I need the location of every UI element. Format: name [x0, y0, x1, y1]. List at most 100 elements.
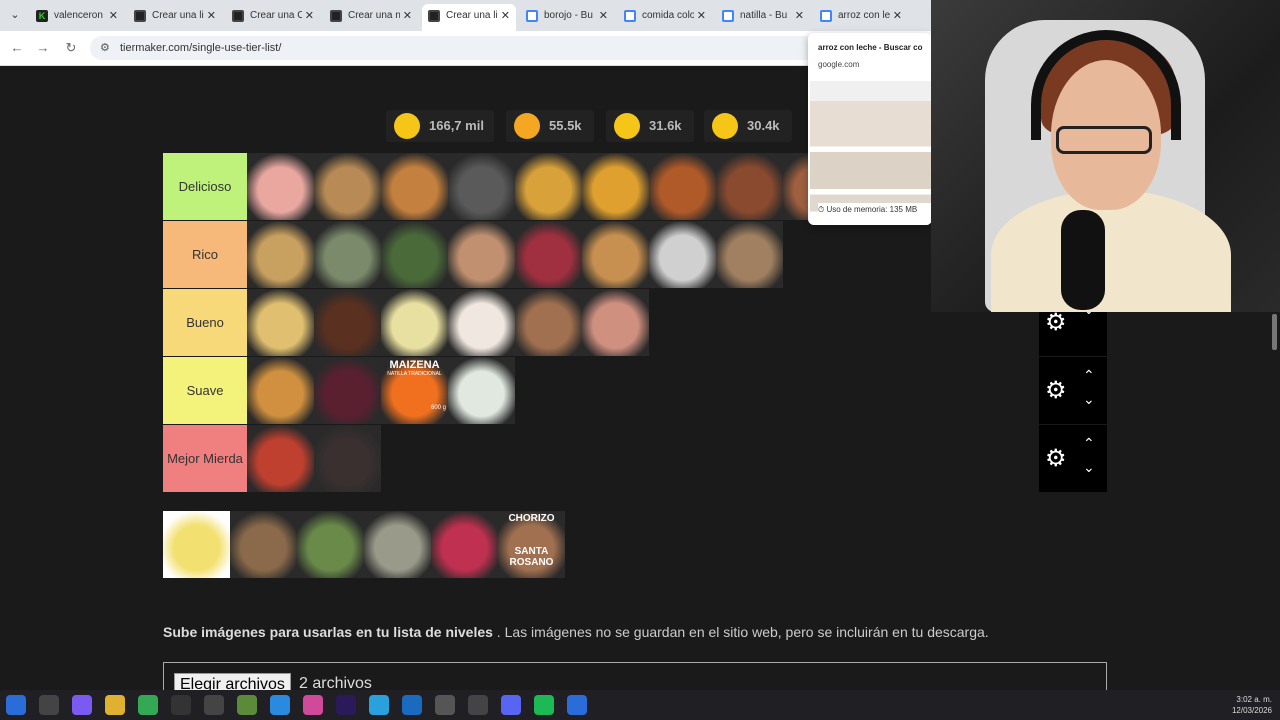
close-tab-icon[interactable]: ✕: [305, 4, 314, 28]
food-image[interactable]: [582, 153, 649, 220]
food-image[interactable]: [716, 221, 783, 288]
browser-tab[interactable]: Crear una n ✕: [324, 4, 418, 28]
food-image[interactable]: [448, 221, 515, 288]
telegram-icon[interactable]: [369, 695, 389, 715]
browser-tab[interactable]: Kvalenceron ✕: [30, 4, 124, 28]
food-image[interactable]: [649, 221, 716, 288]
tier-label[interactable]: Bueno: [163, 289, 247, 356]
spotify-icon[interactable]: [534, 695, 554, 715]
scrollbar-thumb[interactable]: [1272, 314, 1277, 350]
food-image[interactable]: MAIZENA NATILLA TRADICIONAL 600 g: [381, 357, 448, 424]
app-icon[interactable]: [435, 695, 455, 715]
food-image[interactable]: [515, 289, 582, 356]
gear-icon[interactable]: ⚙: [1045, 447, 1067, 471]
tier-label[interactable]: Suave: [163, 357, 247, 424]
taskbar-date: 12/03/2026: [1231, 706, 1272, 715]
browser-tab[interactable]: Crear una C ✕: [226, 4, 320, 28]
premiere-icon[interactable]: [336, 695, 356, 715]
food-image[interactable]: [163, 511, 230, 578]
food-image[interactable]: [582, 289, 649, 356]
food-image[interactable]: [448, 357, 515, 424]
food-image[interactable]: [364, 511, 431, 578]
app-icon[interactable]: [468, 695, 488, 715]
site-info-icon[interactable]: ⚙: [100, 36, 110, 60]
food-image[interactable]: CHORIZO SANTA ROSANO: [498, 511, 565, 578]
copilot-icon[interactable]: [72, 695, 92, 715]
food-image[interactable]: [314, 357, 381, 424]
tier-label[interactable]: Mejor Mierda: [163, 425, 247, 492]
reaction-button[interactable]: 55.5k: [506, 110, 594, 142]
food-image[interactable]: [247, 357, 314, 424]
chevron-up-icon[interactable]: ⌃: [1083, 435, 1095, 452]
obs-icon[interactable]: [204, 695, 224, 715]
browser-tab[interactable]: borojo - Bu ✕: [520, 4, 614, 28]
tab-title: Crear una li: [152, 10, 204, 21]
chrome-icon[interactable]: [138, 695, 158, 715]
food-image[interactable]: [297, 511, 364, 578]
food-image[interactable]: [314, 221, 381, 288]
close-tab-icon[interactable]: ✕: [207, 4, 216, 28]
food-image[interactable]: [230, 511, 297, 578]
store-icon[interactable]: [171, 695, 191, 715]
back-button[interactable]: ←: [8, 40, 26, 55]
upload-instructions-bold: Sube imágenes para usarlas en tu lista d…: [163, 624, 493, 640]
taskbar-clock[interactable]: 3:02 a. m. 12/03/2026: [1226, 694, 1272, 716]
food-image[interactable]: [314, 289, 381, 356]
close-tab-icon[interactable]: ✕: [893, 4, 902, 28]
food-image[interactable]: [381, 289, 448, 356]
edge-icon[interactable]: [270, 695, 290, 715]
forward-button[interactable]: →: [34, 40, 52, 55]
reload-button[interactable]: ↻: [62, 40, 80, 56]
close-tab-icon[interactable]: ✕: [697, 4, 706, 28]
browser-tab[interactable]: arroz con le ✕: [814, 4, 908, 28]
tab-hover-preview: arroz con leche - Buscar co google.com ⏱…: [808, 33, 932, 225]
browser-tab[interactable]: Crear una li ✕: [128, 4, 222, 28]
food-image[interactable]: [247, 425, 314, 492]
page-scrollbar[interactable]: [1269, 312, 1280, 690]
tier-label[interactable]: Rico: [163, 221, 247, 288]
chevron-down-icon[interactable]: ⌄: [1083, 391, 1095, 408]
food-image[interactable]: [247, 221, 314, 288]
close-tab-icon[interactable]: ✕: [795, 4, 804, 28]
close-tab-icon[interactable]: ✕: [599, 4, 608, 28]
windows-start-icon[interactable]: [6, 695, 26, 715]
food-image[interactable]: [649, 153, 716, 220]
reaction-button[interactable]: 31.6k: [606, 110, 694, 142]
food-image[interactable]: [515, 221, 582, 288]
food-image[interactable]: [314, 153, 381, 220]
url-input[interactable]: ⚙ tiermaker.com/single-use-tier-list/: [90, 36, 830, 60]
close-tab-icon[interactable]: ✕: [501, 4, 510, 28]
browser-tab[interactable]: natilla - Bu ✕: [716, 4, 810, 28]
gear-icon[interactable]: ⚙: [1045, 379, 1067, 403]
tier-label[interactable]: Delicioso: [163, 153, 247, 220]
reaction-button[interactable]: 30.4k: [704, 110, 792, 142]
close-tab-icon[interactable]: ✕: [403, 4, 412, 28]
chevron-down-icon[interactable]: ⌄: [1083, 459, 1095, 476]
food-image[interactable]: [381, 221, 448, 288]
gear-icon[interactable]: ⚙: [1045, 311, 1067, 335]
food-image[interactable]: [582, 221, 649, 288]
food-image[interactable]: [448, 289, 515, 356]
food-image[interactable]: [247, 153, 314, 220]
discord-icon[interactable]: [501, 695, 521, 715]
app-icon[interactable]: [567, 695, 587, 715]
tab-search-icon[interactable]: ⌄: [6, 6, 24, 24]
outlook-icon[interactable]: [402, 695, 422, 715]
food-image[interactable]: [247, 289, 314, 356]
browser-tab[interactable]: Crear una li ✕: [422, 4, 516, 31]
food-image[interactable]: [431, 511, 498, 578]
food-image[interactable]: [381, 153, 448, 220]
paint-icon[interactable]: [303, 695, 323, 715]
laughing-emoji-icon: [614, 113, 640, 139]
chevron-up-icon[interactable]: ⌃: [1083, 367, 1095, 384]
close-tab-icon[interactable]: ✕: [109, 4, 118, 28]
food-image[interactable]: [314, 425, 381, 492]
food-image[interactable]: [515, 153, 582, 220]
app-icon[interactable]: [237, 695, 257, 715]
file-explorer-icon[interactable]: [105, 695, 125, 715]
browser-tab[interactable]: comida colo ✕: [618, 4, 712, 28]
search-icon[interactable]: [39, 695, 59, 715]
food-image[interactable]: [448, 153, 515, 220]
reaction-button[interactable]: 166,7 mil: [386, 110, 494, 142]
food-image[interactable]: [716, 153, 783, 220]
